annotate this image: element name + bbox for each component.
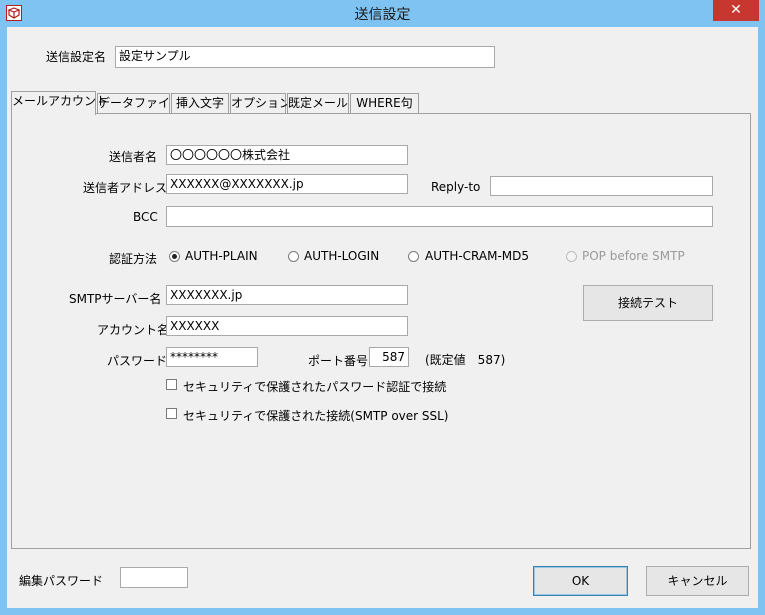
port-default-text: (既定値 587) bbox=[425, 353, 506, 367]
setting-name-input[interactable]: 設定サンプル bbox=[115, 46, 495, 68]
smtp-server-label: SMTPサーバー名 bbox=[69, 292, 162, 306]
password-label: パスワード bbox=[107, 354, 168, 368]
ssl-label[interactable]: セキュリティで保護された接続(SMTP over SSL) bbox=[183, 407, 449, 424]
sender-name-label: 送信者名 bbox=[109, 150, 158, 164]
account-name-label: アカウント名 bbox=[97, 323, 170, 337]
ok-button[interactable]: OK bbox=[533, 566, 628, 596]
tab-mail-account[interactable]: メールアカウント bbox=[11, 91, 108, 115]
reply-to-input[interactable] bbox=[490, 176, 713, 196]
port-input[interactable]: 587 bbox=[369, 347, 409, 367]
sender-name-input[interactable]: 〇〇〇〇〇〇株式会社 bbox=[166, 145, 408, 165]
title-bar: 送信設定 ✕ bbox=[0, 0, 765, 26]
edit-password-label: 編集パスワード bbox=[19, 574, 104, 588]
cancel-button[interactable]: キャンセル bbox=[646, 566, 749, 596]
ssl-checkbox[interactable] bbox=[166, 408, 177, 419]
account-name-input[interactable]: XXXXXX bbox=[166, 316, 408, 336]
edit-password-input[interactable] bbox=[120, 567, 188, 588]
auth-cram-md5-radio[interactable] bbox=[408, 251, 419, 262]
secure-password-checkbox[interactable] bbox=[166, 379, 177, 390]
auth-login-radio[interactable] bbox=[288, 251, 299, 262]
auth-method-label: 認証方法 bbox=[109, 252, 158, 266]
auth-login-label[interactable]: AUTH-LOGIN bbox=[304, 249, 379, 263]
pop-before-smtp-label: POP before SMTP bbox=[582, 249, 685, 263]
close-button[interactable]: ✕ bbox=[713, 0, 759, 21]
password-input[interactable]: ******** bbox=[166, 347, 258, 367]
bcc-label: BCC bbox=[133, 210, 158, 224]
tab-default-mail[interactable]: 既定メール bbox=[287, 93, 349, 113]
radio-selected-dot bbox=[172, 254, 177, 259]
auth-plain-label[interactable]: AUTH-PLAIN bbox=[185, 249, 258, 263]
setting-name-label: 送信設定名 bbox=[46, 50, 107, 64]
auth-plain-radio[interactable] bbox=[169, 251, 180, 262]
connection-test-button[interactable]: 接続テスト bbox=[583, 285, 713, 321]
smtp-server-input[interactable]: XXXXXXX.jp bbox=[166, 285, 408, 305]
sender-address-label: 送信者アドレス bbox=[83, 181, 168, 195]
tab-insert-text[interactable]: 挿入文字 bbox=[171, 93, 229, 113]
tab-options[interactable]: オプション bbox=[230, 93, 291, 113]
dialog-client-area: 送信設定名 設定サンプル メールアカウント データファイル 挿入文字 オプション… bbox=[7, 27, 758, 608]
window-title: 送信設定 bbox=[354, 7, 411, 23]
mail-account-panel: 送信者名 〇〇〇〇〇〇株式会社 送信者アドレス XXXXXX@XXXXXXX.j… bbox=[11, 113, 751, 549]
reply-to-label: Reply-to bbox=[431, 180, 481, 194]
bcc-input[interactable] bbox=[166, 206, 713, 227]
port-label: ポート番号 bbox=[308, 354, 369, 368]
tab-where-clause[interactable]: WHERE句 bbox=[350, 93, 419, 113]
auth-cram-md5-label[interactable]: AUTH-CRAM-MD5 bbox=[425, 249, 529, 263]
secure-password-label[interactable]: セキュリティで保護されたパスワード認証で接続 bbox=[183, 378, 446, 395]
pop-before-smtp-radio bbox=[566, 251, 577, 262]
sender-address-input[interactable]: XXXXXX@XXXXXXX.jp bbox=[166, 174, 408, 194]
